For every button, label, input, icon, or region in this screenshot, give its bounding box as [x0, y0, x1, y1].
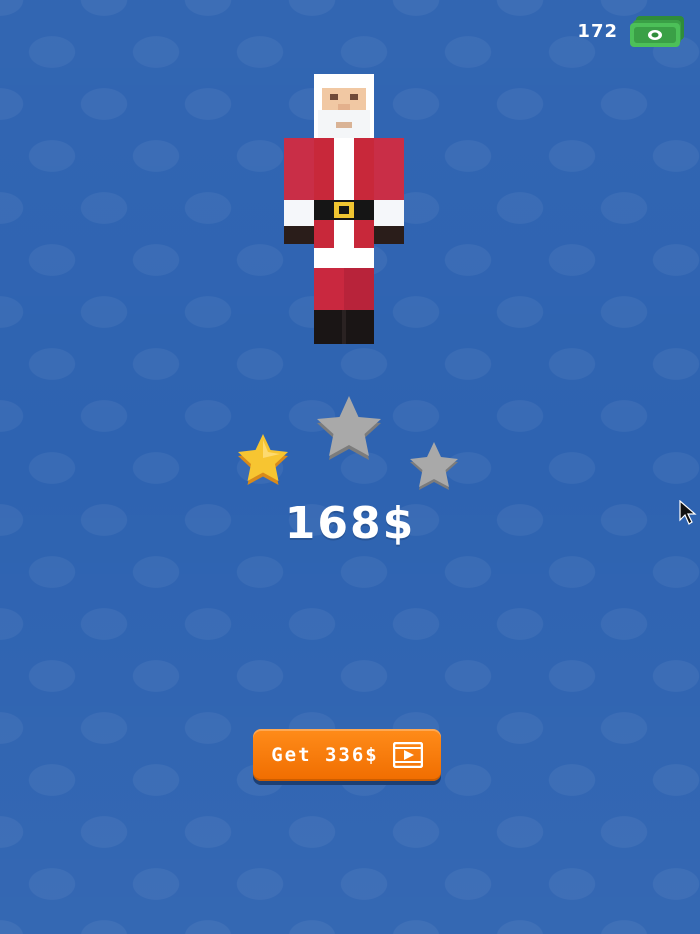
star-empty-icon [410, 442, 458, 490]
get-reward-label: Get 336$ [271, 744, 379, 766]
get-reward-button[interactable]: Get 336$ [253, 729, 441, 781]
currency-amount: 172 [577, 20, 618, 42]
santa-skin-character [284, 74, 404, 344]
star-rating [226, 388, 470, 498]
reward-price: 168$ [284, 498, 416, 549]
video-ad-icon [392, 742, 423, 768]
cash-stack-icon [630, 16, 684, 47]
mouse-cursor-icon [679, 500, 697, 525]
currency-counter: 172 [577, 14, 686, 48]
star-gold-icon [238, 434, 288, 485]
star-empty-icon [317, 396, 381, 460]
